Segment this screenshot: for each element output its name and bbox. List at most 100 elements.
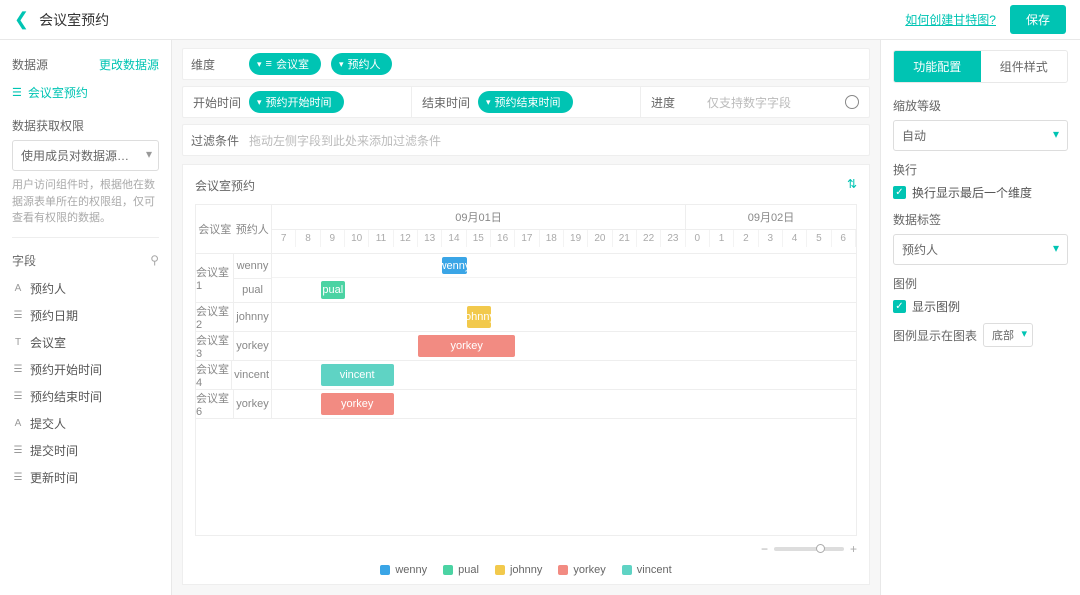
hour-header: 0	[686, 230, 710, 247]
hour-header: 19	[564, 230, 588, 247]
gantt-bar[interactable]: yorkey	[321, 393, 394, 415]
field-label: 预约开始时间	[30, 361, 102, 378]
search-icon[interactable]: ⚲	[150, 253, 159, 267]
field-type-icon: A	[12, 418, 24, 429]
gantt-bar[interactable]: yorkey	[418, 335, 515, 357]
change-datasource-link[interactable]: 更改数据源	[99, 56, 159, 73]
start-time-cell[interactable]: 开始时间 ▾预约开始时间	[183, 87, 412, 117]
perm-label: 数据获取权限	[12, 117, 159, 134]
scale-select[interactable]: 自动	[893, 120, 1068, 151]
gantt-bar[interactable]: pual	[321, 281, 345, 299]
zoom-slider[interactable]	[774, 547, 844, 551]
progress-cell[interactable]: 进度 仅支持数字字段	[641, 87, 869, 117]
field-item[interactable]: A预约人	[12, 275, 159, 302]
dim-pill-room[interactable]: ▾≡会议室	[249, 53, 321, 75]
hour-header: 20	[588, 230, 612, 247]
tab-function[interactable]: 功能配置	[894, 51, 981, 82]
dim-pill-person[interactable]: ▾预约人	[331, 53, 393, 75]
legend-pos-select[interactable]: 底部	[983, 323, 1033, 347]
topbar: ❮ 会议室预约 如何创建甘特图? 保存	[0, 0, 1080, 40]
perm-hint: 用户访问组件时，根据他在数据源表单所在的权限组，仅可查看有权限的数据。	[12, 177, 159, 238]
hour-header: 8	[296, 230, 320, 247]
field-type-icon: ☰	[12, 310, 24, 321]
wrap-checkbox[interactable]: ✓换行显示最后一个维度	[893, 184, 1068, 201]
col-room: 会议室	[196, 205, 234, 253]
hour-header: 14	[442, 230, 466, 247]
field-item[interactable]: T会议室	[12, 329, 159, 356]
hour-header: 22	[637, 230, 661, 247]
hour-header: 11	[369, 230, 393, 247]
gantt-track: wenny	[272, 254, 856, 278]
save-button[interactable]: 保存	[1010, 5, 1066, 34]
field-item[interactable]: ☰ 提交时间	[12, 437, 159, 464]
tab-style[interactable]: 组件样式	[981, 51, 1068, 82]
legend-item[interactable]: yorkey	[558, 564, 605, 576]
room-cell: 会议室1	[196, 254, 234, 302]
back-icon[interactable]: ❮	[14, 9, 29, 30]
legend-item[interactable]: vincent	[622, 564, 672, 576]
field-type-icon: ☰	[12, 391, 24, 402]
filter-row[interactable]: 过滤条件 拖动左侧字段到此处来添加过滤条件	[182, 124, 870, 156]
col-person: 预约人	[234, 205, 272, 253]
field-item[interactable]: ☰预约结束时间	[12, 383, 159, 410]
date-header: 09月02日	[686, 205, 856, 229]
person-cell: vincent	[232, 361, 271, 389]
perm-select[interactable]: 使用成员对数据源表单的...	[12, 140, 159, 171]
legend-swatch	[558, 565, 568, 575]
datasource-label: 数据源	[12, 56, 48, 73]
legend-item[interactable]: pual	[443, 564, 479, 576]
field-type-icon: ☰	[12, 445, 24, 456]
wrap-label: 换行	[893, 161, 1068, 178]
gantt-chart: 会议室 预约人 09月01日09月02日 7891011121314151617…	[195, 204, 857, 536]
hour-header: 18	[540, 230, 564, 247]
dimension-row[interactable]: 维度 ▾≡会议室 ▾预约人	[182, 48, 870, 80]
datalabel-select[interactable]: 预约人	[893, 234, 1068, 265]
gantt-track: pual	[272, 278, 856, 302]
hour-header: 5	[807, 230, 831, 247]
field-item[interactable]: ☰预约日期	[12, 302, 159, 329]
legend-item[interactable]: johnny	[495, 564, 542, 576]
room-cell: 会议室4	[196, 361, 232, 389]
room-cell: 会议室2	[196, 303, 234, 331]
field-type-icon: ☰	[12, 364, 24, 375]
sort-icon[interactable]: ⇅	[847, 177, 857, 194]
help-link[interactable]: 如何创建甘特图?	[905, 11, 996, 28]
hour-header: 17	[515, 230, 539, 247]
scale-label: 缩放等级	[893, 97, 1068, 114]
hour-header: 3	[759, 230, 783, 247]
hour-header: 7	[272, 230, 296, 247]
left-panel: 数据源 更改数据源 会议室预约 数据获取权限 使用成员对数据源表单的... 用户…	[0, 40, 172, 595]
gantt-row: 会议室2johnnyjohnny	[196, 303, 856, 332]
end-time-cell[interactable]: 结束时间 ▾预约结束时间	[412, 87, 641, 117]
field-item[interactable]: A提交人	[12, 410, 159, 437]
legend-text: yorkey	[573, 564, 605, 576]
fields-label: 字段	[12, 252, 36, 269]
hour-header: 4	[783, 230, 807, 247]
zoom-in-icon[interactable]: +	[850, 542, 857, 556]
zoom-out-icon[interactable]: −	[761, 542, 768, 556]
room-cell: 会议室3	[196, 332, 234, 360]
legend-text: johnny	[510, 564, 542, 576]
gantt-track: vincent	[272, 361, 856, 389]
field-item[interactable]: ☰更新时间	[12, 464, 159, 491]
start-pill[interactable]: ▾预约开始时间	[249, 91, 344, 113]
hour-header: 12	[394, 230, 418, 247]
legend-text: pual	[458, 564, 479, 576]
person-cell: yorkey	[234, 390, 271, 418]
hour-header: 15	[467, 230, 491, 247]
legend-pos-label: 图例显示在图表	[893, 327, 977, 344]
datasource-item[interactable]: 会议室预约	[12, 79, 159, 111]
legend: wenny pual johnny yorkey vincent	[195, 564, 857, 576]
field-type-icon: ☰	[12, 472, 24, 483]
gantt-bar[interactable]: vincent	[321, 364, 394, 386]
gantt-bar[interactable]: wenny	[442, 257, 466, 274]
gantt-bar[interactable]: johnny	[467, 306, 491, 328]
legend-text: vincent	[637, 564, 672, 576]
legend-checkbox[interactable]: ✓显示图例	[893, 298, 1068, 315]
end-pill[interactable]: ▾预约结束时间	[478, 91, 573, 113]
field-item[interactable]: ☰ 预约开始时间	[12, 356, 159, 383]
legend-item[interactable]: wenny	[380, 564, 427, 576]
datalabel-label: 数据标签	[893, 211, 1068, 228]
field-label: 提交时间	[30, 442, 78, 459]
person-cell: wenny	[234, 254, 271, 279]
